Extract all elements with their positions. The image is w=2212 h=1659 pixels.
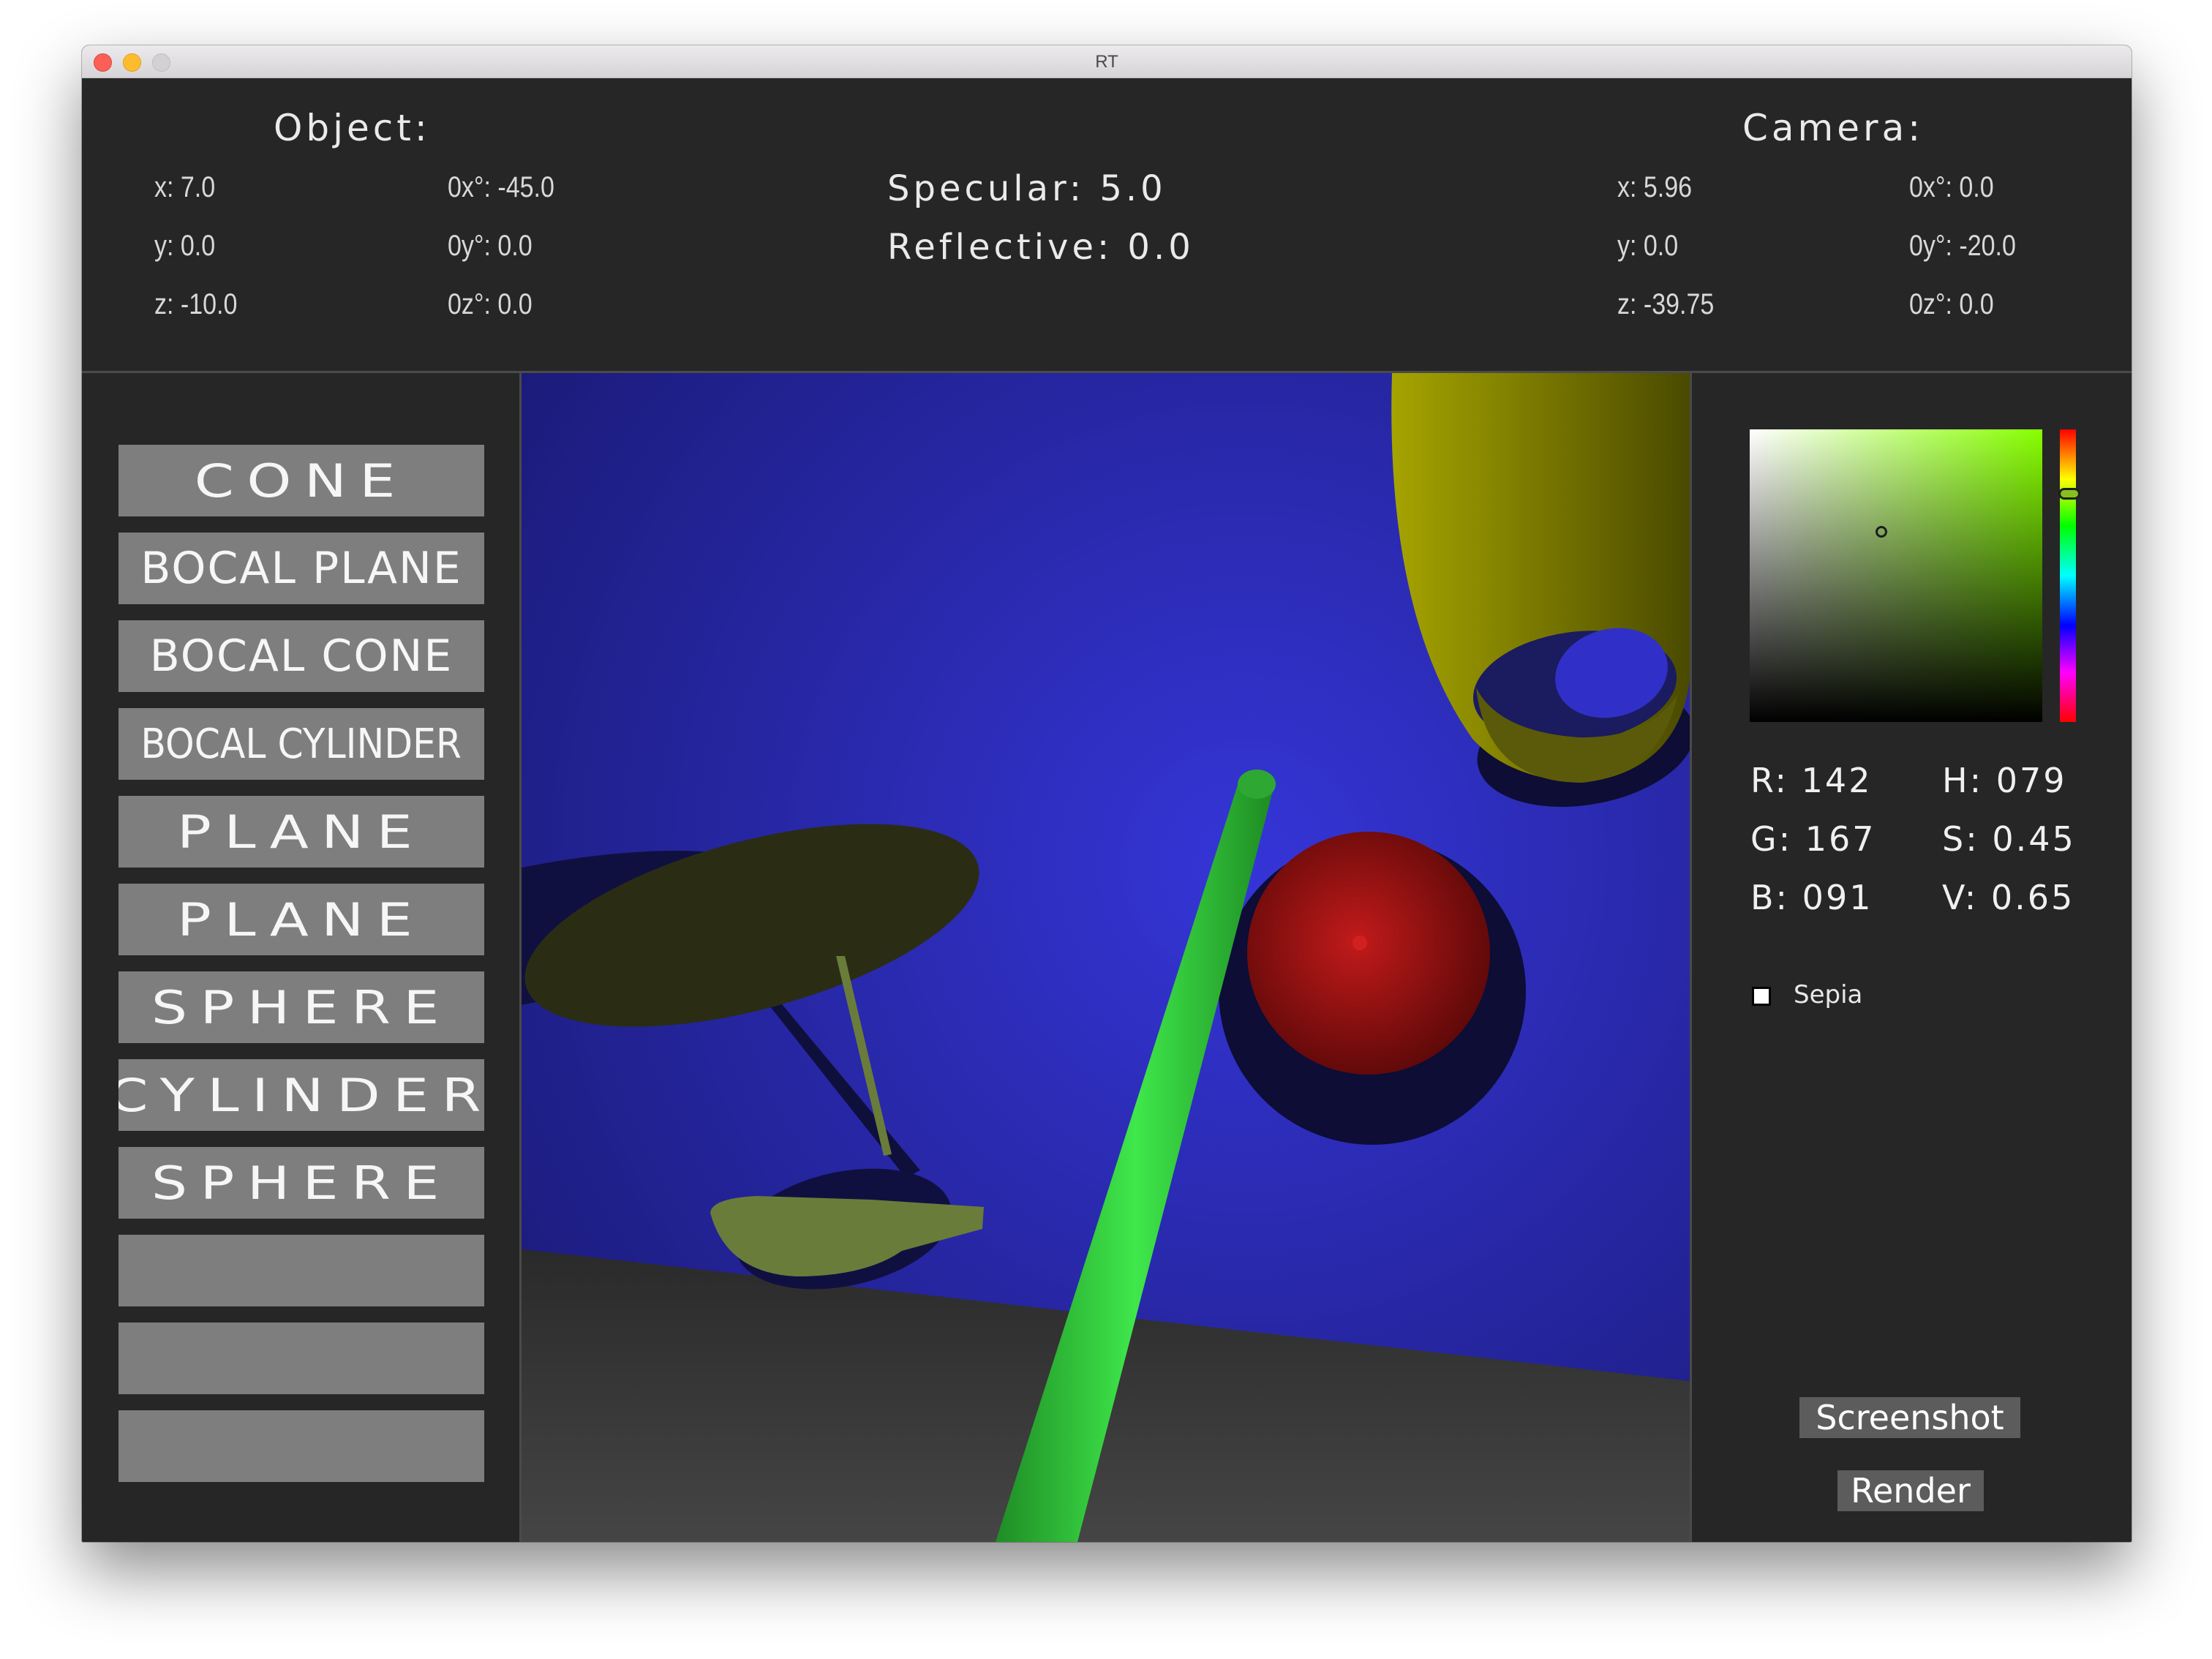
object-list-item-label: BOCAL CYLINDER [140,720,462,768]
right-divider [1690,373,1692,1542]
red-value: R: 142 [1750,761,1873,800]
hue-slider[interactable] [2060,429,2076,722]
render-button[interactable]: Render [1837,1470,1984,1511]
camera-rot-y: 0y°: -20.0 [1909,230,2016,262]
object-rot-y: 0y°: 0.0 [448,230,533,262]
object-list-item-label: CONE [194,454,409,508]
camera-heading: Camera: [1742,107,1925,149]
value-value: V: 0.65 [1942,878,2075,917]
object-list-item[interactable] [118,1410,484,1482]
specular-value: Specular: 5.0 [887,168,1167,209]
object-list-item-label: PLANE [177,805,426,859]
object-list-item[interactable]: BOCAL CONE [118,620,484,692]
camera-x: x: 5.96 [1617,171,1693,203]
object-y: y: 0.0 [154,230,216,262]
camera-rot-x: 0x°: 0.0 [1909,171,1994,203]
screenshot-button[interactable]: Screenshot [1799,1397,2020,1438]
object-heading: Object: [274,107,431,149]
hue-slider-handle[interactable] [2058,487,2080,500]
rendered-scene [522,373,1690,1542]
object-list-item-label: SPHERE [151,980,452,1034]
object-z: z: -10.0 [154,288,238,320]
object-list-item[interactable]: SPHERE [118,971,484,1043]
object-list-item[interactable]: PLANE [118,884,484,955]
object-list-item[interactable]: SPHERE [118,1147,484,1219]
object-list-item-label: SPHERE [151,1156,452,1210]
object-list-item[interactable]: CYLINDER [118,1059,484,1131]
blue-value: B: 091 [1750,878,1873,917]
object-list-item[interactable]: CONE [118,445,484,516]
object-list-item[interactable] [118,1323,484,1394]
camera-rot-z: 0z°: 0.0 [1909,288,1994,320]
hue-value: H: 079 [1942,761,2067,800]
sepia-checkbox[interactable] [1752,987,1771,1006]
green-value: G: 167 [1750,819,1876,859]
object-list-item-label: BOCAL PLANE [140,543,462,594]
window-title: RT [1095,52,1118,72]
sv-picker-handle[interactable] [1876,526,1887,538]
sepia-label: Sepia [1794,980,1863,1009]
title-bar: RT [82,45,2132,78]
camera-y: y: 0.0 [1617,230,1679,262]
camera-z: z: -39.75 [1617,288,1715,320]
object-rot-x: 0x°: -45.0 [448,171,554,203]
saturation-value: S: 0.45 [1942,819,2076,859]
object-list-item[interactable] [118,1235,484,1306]
object-list-item[interactable]: PLANE [118,796,484,868]
cylinder-cap [1238,770,1276,799]
object-list-item-label: PLANE [177,892,426,947]
object-list-item[interactable]: BOCAL PLANE [118,533,484,604]
object-rot-z: 0z°: 0.0 [448,288,533,320]
object-list-item-label: BOCAL CONE [149,631,454,682]
reflective-value: Reflective: 0.0 [887,227,1195,268]
sphere-highlight [1353,936,1367,950]
render-viewport[interactable] [522,373,1690,1542]
red-sphere [1247,832,1490,1075]
object-x: x: 7.0 [154,171,216,203]
saturation-value-picker[interactable] [1750,429,2042,722]
object-list-item-label: CYLINDER [118,1068,484,1122]
object-list-item[interactable]: BOCAL CYLINDER [118,708,484,780]
